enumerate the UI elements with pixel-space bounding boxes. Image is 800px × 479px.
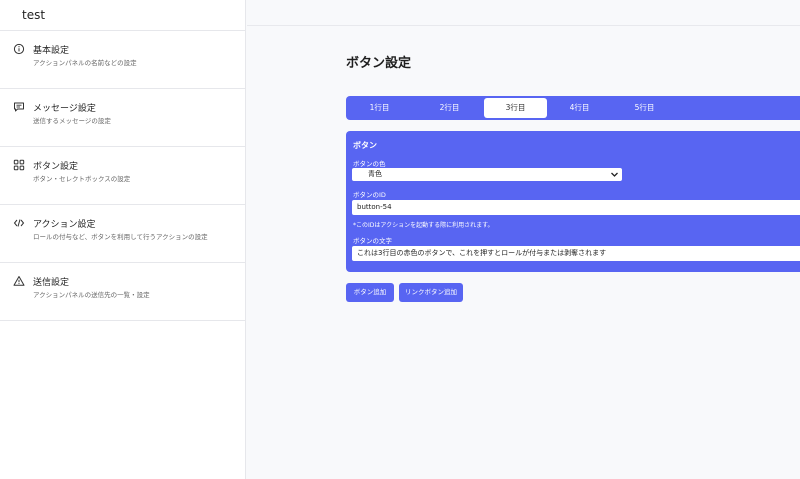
sidebar-item-description: アクションパネルの名前などの設定 <box>33 59 137 67</box>
button-color-select[interactable]: 青色 <box>352 168 622 181</box>
button-text-label: ボタンの文字 <box>353 237 392 245</box>
sidebar: test 基本設定 アクションパネルの名前などの設定 メッセージ設定 送信するメ… <box>0 0 246 479</box>
grid-icon <box>13 159 25 171</box>
sidebar-item-description: ロールの付与など、ボタンを利用して行うアクションの設定 <box>33 233 208 241</box>
button-id-hint: *このIDはアクションを起動する際に利用されます。 <box>353 222 494 229</box>
tab-row-1[interactable]: 1行目 <box>348 98 411 118</box>
sidebar-item-label: メッセージ設定 <box>33 104 96 114</box>
add-link-button-button[interactable]: リンクボタン追加 <box>399 283 463 302</box>
tab-row-2[interactable]: 2行目 <box>418 98 481 118</box>
main-content: ボタン設定 1行目 2行目 3行目 4行目 5行目 ボタン ボタンの色 青色 ボ… <box>247 0 800 479</box>
row-tabs: 1行目 2行目 3行目 4行目 5行目 <box>346 96 800 120</box>
button-color-value: 青色 <box>368 170 382 178</box>
sidebar-item-description: ボタン・セレクトボックスの設定 <box>33 175 131 183</box>
sidebar-item-description: アクションパネルの送信先の一覧・設定 <box>33 291 150 299</box>
code-icon <box>13 217 25 229</box>
add-button-button[interactable]: ボタン追加 <box>346 283 394 302</box>
button-text-input[interactable]: これは3行目の赤色のボタンで、これを押すとロールが付与または剥奪されます <box>352 246 800 261</box>
sidebar-item-label: アクション設定 <box>33 220 96 230</box>
tab-row-3[interactable]: 3行目 <box>484 98 547 118</box>
sidebar-item-button-settings[interactable]: ボタン設定 ボタン・セレクトボックスの設定 <box>0 147 245 205</box>
sidebar-item-send-settings[interactable]: 送信設定 アクションパネルの送信先の一覧・設定 <box>0 263 245 321</box>
warning-icon <box>13 275 25 287</box>
card-title: ボタン <box>353 141 377 150</box>
sidebar-item-message-settings[interactable]: メッセージ設定 送信するメッセージの設定 <box>0 89 245 147</box>
page-title: ボタン設定 <box>346 56 412 71</box>
sidebar-item-action-settings[interactable]: アクション設定 ロールの付与など、ボタンを利用して行うアクションの設定 <box>0 205 245 263</box>
sidebar-item-description: 送信するメッセージの設定 <box>33 117 111 125</box>
sidebar-item-label: 基本設定 <box>33 46 70 56</box>
sidebar-item-label: 送信設定 <box>33 278 70 288</box>
message-icon <box>13 101 25 113</box>
top-bar <box>247 0 800 26</box>
sidebar-item-label: ボタン設定 <box>33 162 79 172</box>
button-card: ボタン ボタンの色 青色 ボタンのID button-54 *このIDはアクショ… <box>346 131 800 272</box>
button-id-input[interactable]: button-54 <box>352 200 800 215</box>
tab-row-4[interactable]: 4行目 <box>548 98 611 118</box>
app-title: test <box>0 0 245 31</box>
info-icon <box>13 43 25 55</box>
tab-row-5[interactable]: 5行目 <box>613 98 676 118</box>
button-id-label: ボタンのID <box>353 191 386 199</box>
chevron-down-icon <box>610 170 619 179</box>
button-color-label: ボタンの色 <box>353 160 386 168</box>
sidebar-item-basic-settings[interactable]: 基本設定 アクションパネルの名前などの設定 <box>0 31 245 89</box>
